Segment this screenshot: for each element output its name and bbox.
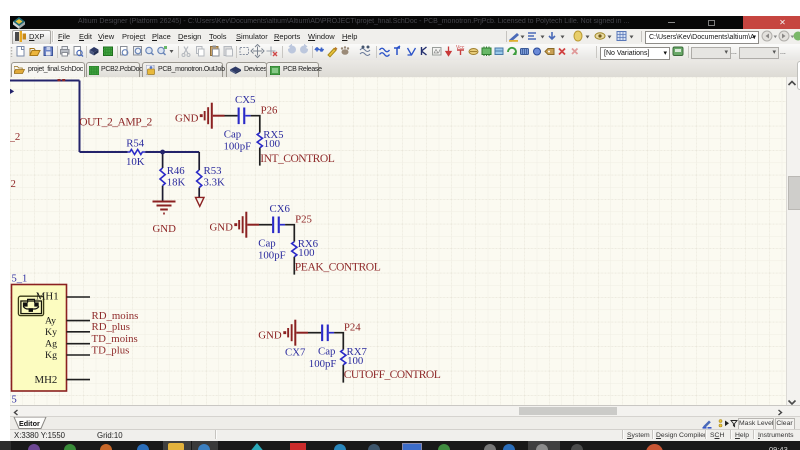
svg-text:CX6: CX6	[270, 203, 291, 215]
svg-text:Ky: Ky	[45, 327, 57, 338]
svg-text:CX7: CX7	[285, 346, 306, 358]
svg-text:Ag: Ag	[45, 338, 57, 349]
svg-text:P24: P24	[344, 321, 361, 333]
svg-text:18K: 18K	[167, 177, 186, 189]
svg-text:10K: 10K	[126, 156, 145, 168]
svg-text:GND: GND	[175, 113, 199, 125]
svg-text:RD_plus: RD_plus	[92, 321, 130, 333]
svg-text:100: 100	[298, 247, 314, 259]
svg-text:MH2: MH2	[35, 374, 58, 386]
svg-text:PEAK_CONTROL: PEAK_CONTROL	[295, 261, 381, 274]
svg-text:GND: GND	[153, 223, 177, 235]
svg-text:TD_plus: TD_plus	[92, 344, 130, 356]
svg-text:CX5: CX5	[235, 94, 255, 106]
svg-text:P26: P26	[261, 104, 278, 116]
svg-text:100pF: 100pF	[258, 249, 286, 261]
svg-text:Cap: Cap	[258, 237, 275, 249]
svg-text:P_2: P_2	[10, 131, 20, 143]
svg-text:GND: GND	[258, 330, 282, 342]
svg-text:100: 100	[347, 355, 363, 367]
svg-text:Ay: Ay	[45, 315, 56, 326]
svg-text:OUT_2_AMP_2: OUT_2_AMP_2	[79, 116, 152, 129]
svg-text:100: 100	[264, 138, 280, 150]
svg-text:Vcc: Vcc	[456, 45, 465, 51]
svg-text:INT_CONTROL: INT_CONTROL	[260, 152, 335, 165]
svg-text:P25: P25	[295, 213, 312, 225]
svg-text:R54: R54	[126, 137, 145, 149]
svg-text:R53: R53	[204, 165, 222, 177]
svg-text:R46: R46	[167, 165, 186, 177]
svg-text:Kg: Kg	[45, 350, 57, 361]
svg-text:100pF: 100pF	[309, 358, 337, 370]
svg-text:100pF: 100pF	[224, 140, 252, 152]
svg-text:Cap: Cap	[224, 128, 241, 140]
svg-text:3.3K: 3.3K	[204, 177, 225, 189]
svg-text:CUTOFF_CONTROL: CUTOFF_CONTROL	[344, 368, 441, 381]
svg-text:TD_moins: TD_moins	[92, 333, 138, 345]
svg-text:2: 2	[11, 178, 16, 190]
svg-text:5_1: 5_1	[12, 273, 28, 284]
svg-text:5: 5	[12, 394, 17, 405]
svg-text:Cap: Cap	[318, 345, 335, 357]
svg-text:GND: GND	[210, 222, 234, 234]
svg-text:MH1: MH1	[36, 290, 59, 302]
